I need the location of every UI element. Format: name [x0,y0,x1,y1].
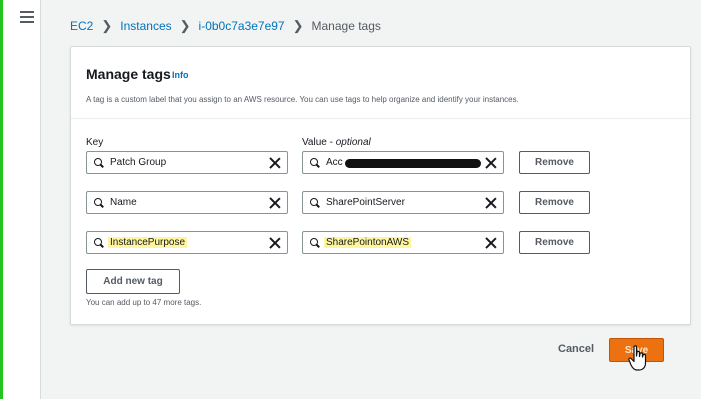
tag-value-value: SharePointonAWS [324,237,412,248]
breadcrumb-ec2[interactable]: EC2 [70,19,93,33]
tag-key-input[interactable]: Name [86,191,288,214]
key-column-label: Key [86,137,104,148]
tag-key-input[interactable]: Patch Group [86,151,288,174]
tag-value-value: SharePointServer [326,197,405,208]
tag-limit-hint: You can add up to 47 more tags. [86,298,202,307]
breadcrumb: EC2 ❯ Instances ❯ i-0b0c7a3e7e97 ❯ Manag… [70,18,381,34]
redaction-bar [345,159,481,168]
menu-icon[interactable] [20,11,34,23]
clear-icon[interactable] [269,237,281,249]
remove-tag-button[interactable]: Remove [519,191,590,214]
search-icon [310,197,320,208]
panel-description: A tag is a custom label that you assign … [86,95,519,104]
chevron-right-icon: ❯ [101,18,113,33]
cancel-button[interactable]: Cancel [558,343,594,355]
remove-tag-button[interactable]: Remove [519,231,590,254]
clear-icon[interactable] [485,157,497,169]
breadcrumb-instance-id[interactable]: i-0b0c7a3e7e97 [199,19,285,33]
side-navigation-rail [3,0,41,399]
search-icon [310,237,320,248]
clear-icon[interactable] [485,197,497,209]
clear-icon[interactable] [269,197,281,209]
panel-header: Manage tags Info A tag is a custom label… [71,47,690,119]
value-label-text: Value - [302,137,336,148]
search-icon [94,157,104,168]
tag-key-value: InstancePurpose [108,237,188,248]
search-icon [94,237,104,248]
clear-icon[interactable] [269,157,281,169]
manage-tags-panel: Manage tags Info A tag is a custom label… [70,46,691,325]
remove-tag-button[interactable]: Remove [519,151,590,174]
chevron-right-icon: ❯ [292,18,304,33]
hand-cursor-icon [628,345,647,371]
search-icon [310,157,320,168]
chevron-right-icon: ❯ [179,18,191,33]
tag-key-value: Name [110,197,137,208]
tag-value-input[interactable]: SharePointServer [302,191,504,214]
breadcrumb-current: Manage tags [311,19,381,33]
info-link[interactable]: Info [172,70,189,80]
tag-value-value: Acc [326,157,343,168]
tag-value-input[interactable]: Acc [302,151,504,174]
value-optional-text: optional [335,137,371,148]
search-icon [94,197,104,208]
clear-icon[interactable] [485,237,497,249]
tag-key-input[interactable]: InstancePurpose [86,231,288,254]
tag-key-value: Patch Group [110,157,167,168]
add-new-tag-button[interactable]: Add new tag [86,269,180,294]
page-title: Manage tags [86,66,171,82]
tag-value-input[interactable]: SharePointonAWS [302,231,504,254]
breadcrumb-instances[interactable]: Instances [120,19,171,33]
value-column-label: Value - optional [302,137,371,148]
